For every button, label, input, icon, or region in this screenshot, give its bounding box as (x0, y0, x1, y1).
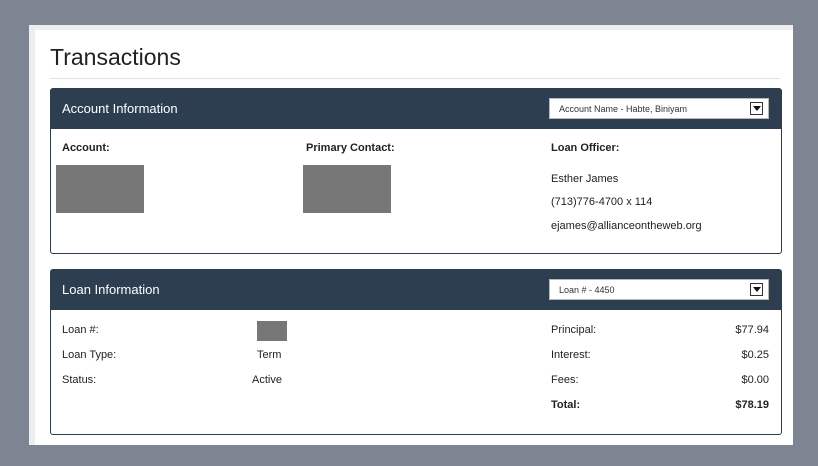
loan-information-panel: Loan Information Loan # - 4450 Loan #: L… (50, 269, 782, 435)
loan-panel-header: Loan Information Loan # - 4450 (51, 270, 781, 310)
title-divider (50, 78, 780, 79)
status-value: Active (252, 374, 282, 386)
loan-panel-title: Loan Information (62, 282, 160, 297)
loan-officer-name: Esther James (551, 173, 619, 185)
page-container: Transactions Account Information Account… (29, 25, 793, 445)
loan-officer-email: ejames@allianceontheweb.org (551, 220, 702, 232)
loan-number-redacted-block (257, 321, 287, 341)
interest-value: $0.25 (741, 349, 769, 361)
primary-contact-label: Primary Contact: (306, 142, 395, 154)
loan-officer-phone: (713)776-4700 x 114 (551, 196, 653, 208)
account-information-panel: Account Information Account Name - Habte… (50, 88, 782, 254)
total-value: $78.19 (735, 399, 769, 411)
fees-label: Fees: (551, 374, 579, 386)
account-label: Account: (62, 142, 110, 154)
principal-value: $77.94 (735, 324, 769, 336)
chevron-down-icon[interactable] (750, 102, 763, 115)
loan-type-label: Loan Type: (62, 349, 117, 361)
loan-type-value: Term (257, 349, 282, 361)
account-name-select-value: Account Name - Habte, Biniyam (559, 104, 688, 114)
page-title: Transactions (50, 44, 181, 70)
interest-label: Interest: (551, 349, 591, 361)
loan-number-select[interactable]: Loan # - 4450 (549, 279, 769, 300)
chevron-down-icon[interactable] (750, 283, 763, 296)
principal-label: Principal: (551, 324, 597, 336)
account-redacted-block (56, 165, 144, 213)
total-label: Total: (551, 399, 581, 411)
loan-officer-label: Loan Officer: (551, 142, 620, 154)
account-panel-title: Account Information (62, 101, 178, 116)
primary-contact-redacted-block (303, 165, 391, 213)
loan-number-select-value: Loan # - 4450 (559, 285, 615, 295)
loan-number-label: Loan #: (62, 324, 99, 336)
main-content: Transactions Account Information Account… (35, 30, 793, 445)
account-panel-header: Account Information Account Name - Habte… (51, 89, 781, 129)
fees-value: $0.00 (741, 374, 769, 386)
account-name-select[interactable]: Account Name - Habte, Biniyam (549, 98, 769, 119)
status-label: Status: (62, 374, 97, 386)
